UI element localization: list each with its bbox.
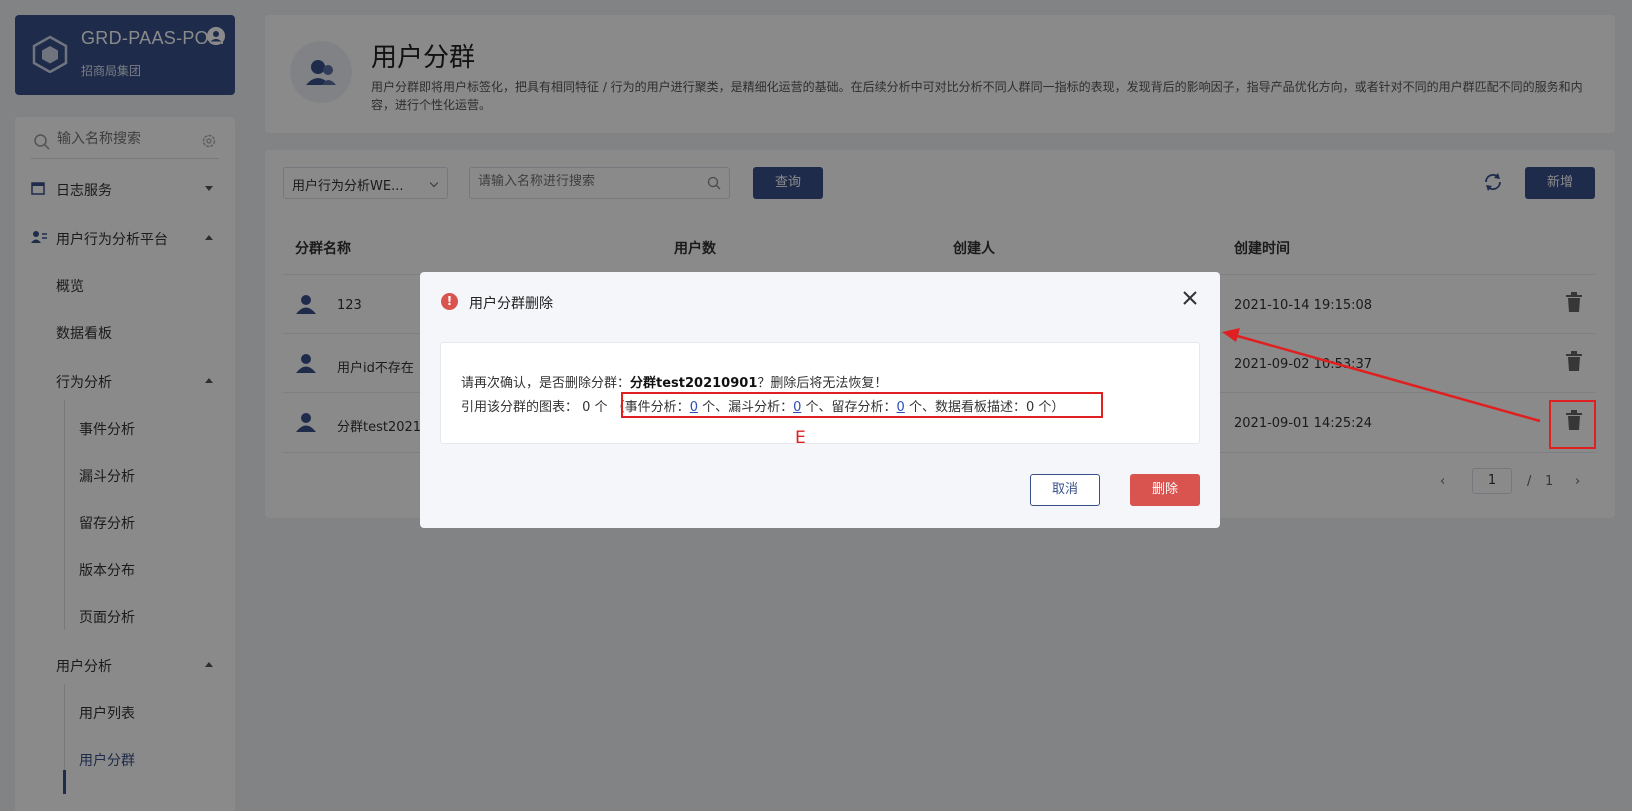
annotation-arrow xyxy=(1222,328,1541,423)
